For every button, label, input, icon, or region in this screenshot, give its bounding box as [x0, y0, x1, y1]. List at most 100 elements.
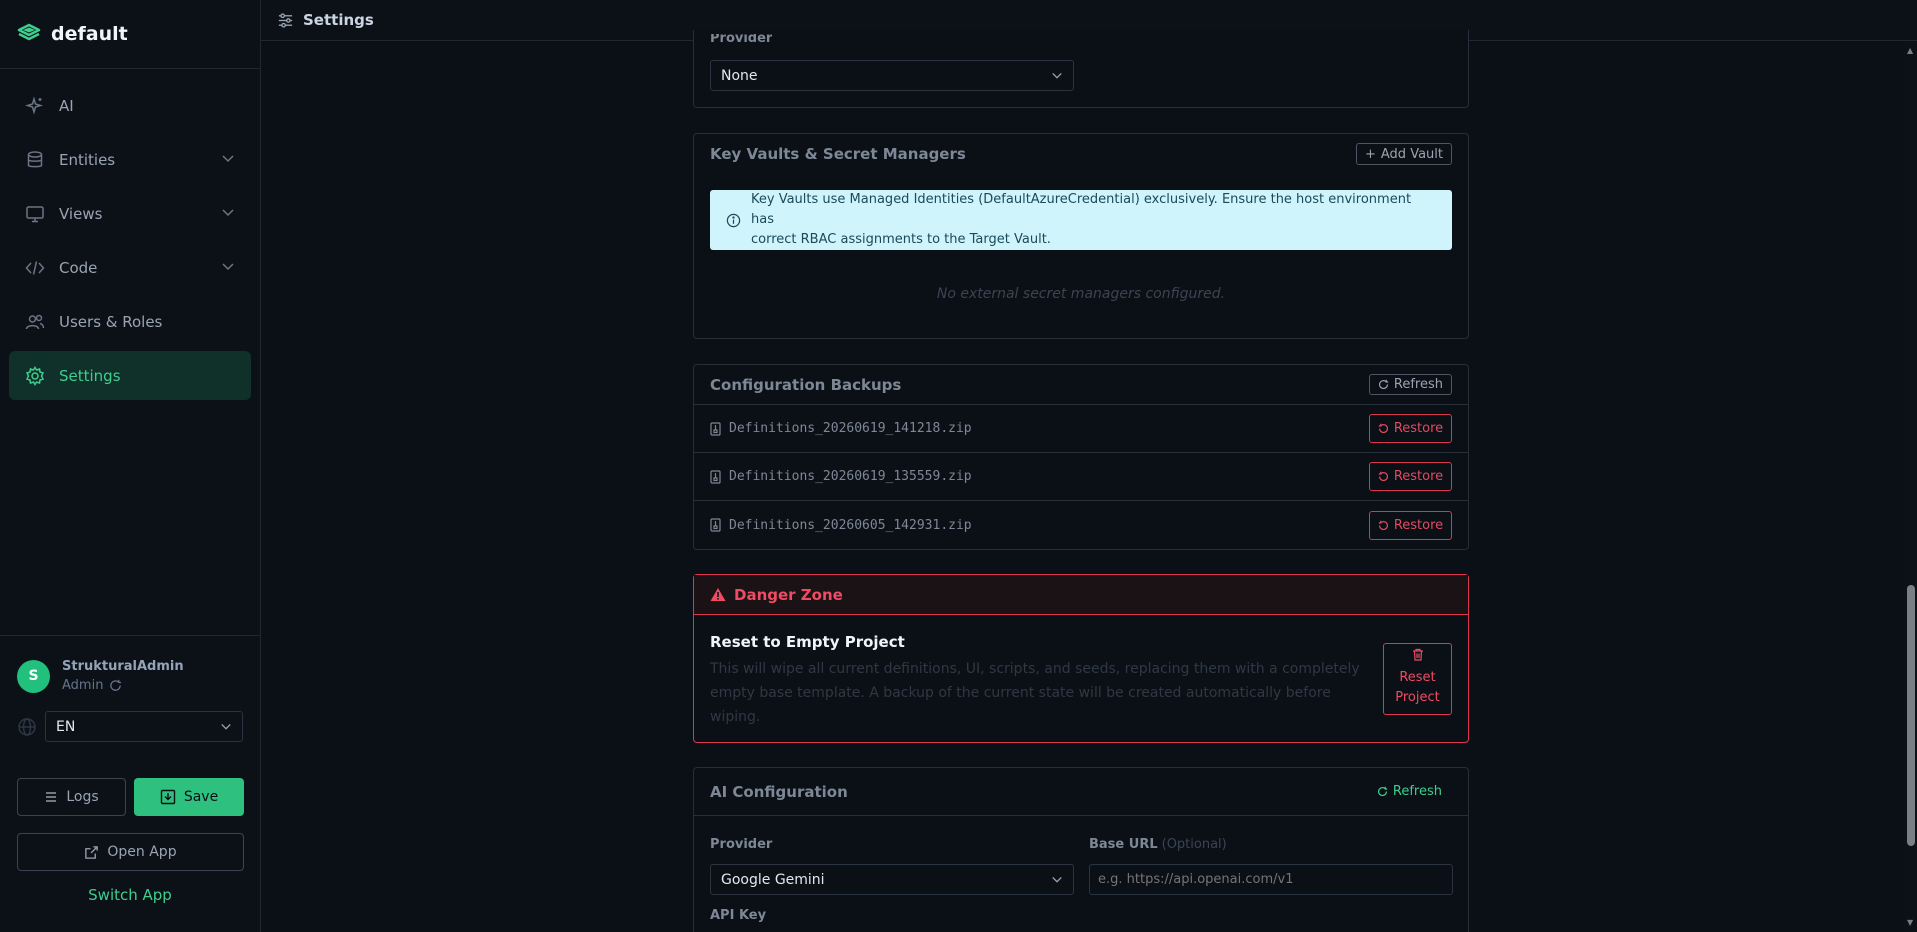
- key-vaults-header: Key Vaults & Secret Managers + Add Vault: [694, 134, 1468, 174]
- backup-filename: Definitions_20260605_142931.zip: [729, 517, 972, 533]
- restore-label: Restore: [1393, 469, 1444, 484]
- language-value: EN: [56, 718, 76, 735]
- refresh-ai-button[interactable]: Refresh: [1377, 784, 1442, 799]
- empty-state-message: No external secret managers configured.: [936, 286, 1226, 302]
- sidebar-item-views[interactable]: Views: [9, 189, 251, 238]
- app-name: default: [51, 23, 128, 45]
- restore-button[interactable]: Restore: [1369, 462, 1452, 491]
- restore-label: Restore: [1393, 517, 1444, 533]
- backup-file: Definitions_20260605_142931.zip: [710, 518, 972, 533]
- provider-label: Provider: [710, 34, 773, 46]
- users-icon: [25, 314, 45, 329]
- backup-file: Definitions_20260619_141218.zip: [710, 421, 972, 436]
- sidebar-item-label: Users & Roles: [59, 312, 163, 331]
- base-url-optional: (Optional): [1161, 837, 1227, 852]
- sidebar-item-label: Settings: [59, 366, 121, 385]
- save-button[interactable]: Save: [134, 778, 244, 816]
- sidebar-item-label: AI: [59, 96, 74, 115]
- page-title: Settings: [303, 11, 374, 29]
- scrollbar[interactable]: ▲ ▼: [1904, 41, 1917, 932]
- ai-provider-label: Provider: [710, 837, 773, 852]
- table-row: Definitions_20260605_142931.zip Restore: [694, 501, 1468, 549]
- backup-filename: Definitions_20260619_141218.zip: [729, 421, 972, 436]
- refresh-icon: [1377, 786, 1388, 797]
- backups-title: Configuration Backups: [710, 375, 902, 394]
- reset-title: Reset to Empty Project: [710, 633, 905, 651]
- ai-config-card: AI Configuration Refresh Provider Google…: [693, 767, 1469, 932]
- ai-config-title: AI Configuration: [710, 782, 848, 801]
- add-vault-label: Add Vault: [1380, 146, 1443, 162]
- chevron-down-icon: [1052, 876, 1062, 883]
- brand[interactable]: default: [0, 0, 260, 69]
- logs-button[interactable]: Logs: [17, 778, 126, 816]
- monitor-icon: [26, 205, 44, 222]
- user-role-label: Admin: [62, 678, 104, 693]
- sidebar-item-entities[interactable]: Entities: [9, 135, 251, 184]
- sidebar-item-ai[interactable]: AI: [9, 81, 251, 130]
- scroll-down-arrow[interactable]: ▼: [1907, 918, 1913, 927]
- sidebar-item-label: Entities: [59, 150, 116, 169]
- globe-icon: [18, 717, 36, 736]
- chevron-down-icon[interactable]: [221, 260, 235, 274]
- restore-button[interactable]: Restore: [1369, 510, 1452, 540]
- chevron-down-icon[interactable]: [221, 152, 235, 166]
- restore-icon: [1378, 520, 1388, 530]
- user-role: Admin: [62, 678, 184, 693]
- ai-config-header: AI Configuration Refresh: [694, 768, 1468, 816]
- switch-app-link[interactable]: Switch App: [0, 886, 260, 904]
- chevron-down-icon[interactable]: [221, 206, 235, 220]
- table-row: Definitions_20260619_135559.zip Restore: [694, 453, 1468, 501]
- provider-select[interactable]: None: [710, 60, 1074, 91]
- sidebar-footer: S StrukturalAdmin Admin EN Logs Save Ope…: [0, 635, 260, 932]
- ai-provider-value: Google Gemini: [721, 871, 825, 888]
- sidebar: default AI Entities Views Code Users & R…: [0, 0, 261, 932]
- refresh-label: Refresh: [1392, 784, 1442, 799]
- restore-button[interactable]: Restore: [1369, 414, 1452, 443]
- info-text-line1: Key Vaults use Managed Identities (Defau…: [751, 192, 1412, 227]
- user-name: StrukturalAdmin: [62, 659, 184, 674]
- provider-card: Provider None: [693, 30, 1469, 108]
- sidebar-item-label: Views: [59, 204, 103, 223]
- scroll-up-arrow[interactable]: ▲: [1907, 46, 1913, 55]
- key-vaults-title: Key Vaults & Secret Managers: [710, 145, 966, 163]
- open-app-button[interactable]: Open App: [17, 833, 244, 871]
- backup-file: Definitions_20260619_135559.zip: [710, 469, 972, 484]
- reset-btn-line1: Reset: [1399, 670, 1436, 685]
- base-url-input[interactable]: [1089, 864, 1453, 895]
- list-icon: [46, 792, 57, 802]
- sidebar-item-users-roles[interactable]: Users & Roles: [9, 297, 251, 346]
- restore-icon: [1378, 471, 1388, 482]
- ai-provider-select[interactable]: Google Gemini: [710, 864, 1074, 895]
- scroll-thumb[interactable]: [1907, 585, 1915, 846]
- download-save-icon: [160, 789, 176, 805]
- save-label: Save: [183, 789, 219, 805]
- sparkles-icon: [25, 95, 44, 115]
- chevron-down-icon: [1052, 72, 1062, 79]
- code-icon: [25, 260, 45, 275]
- restore-icon: [1378, 423, 1388, 434]
- refresh-icon[interactable]: [109, 679, 122, 692]
- sidebar-item-settings[interactable]: Settings: [9, 351, 251, 400]
- reset-description: This will wipe all current definitions, …: [710, 661, 1360, 725]
- reset-btn-line2: Project: [1395, 690, 1440, 705]
- reset-project-button[interactable]: Reset Project: [1383, 643, 1452, 715]
- info-text-line2: correct RBAC assignments to the Target V…: [751, 232, 1051, 247]
- database-icon: [27, 150, 43, 167]
- base-url-label: Base URL: [1089, 837, 1158, 852]
- info-alert: Key Vaults use Managed Identities (Defau…: [710, 190, 1452, 250]
- danger-zone-card: Danger Zone Reset to Empty Project This …: [693, 574, 1469, 743]
- user-profile[interactable]: S StrukturalAdmin Admin: [17, 659, 184, 693]
- sidebar-item-code[interactable]: Code: [9, 243, 251, 292]
- refresh-backups-button[interactable]: Refresh: [1368, 374, 1452, 395]
- restore-label: Restore: [1393, 421, 1444, 436]
- table-row: Definitions_20260619_141218.zip Restore: [694, 405, 1468, 453]
- add-vault-button[interactable]: + Add Vault: [1355, 143, 1452, 165]
- info-icon: [726, 213, 741, 227]
- layers-logo-icon: [17, 23, 41, 41]
- external-link-icon: [85, 845, 99, 859]
- trash-icon: [1412, 648, 1423, 661]
- refresh-icon: [1378, 379, 1389, 390]
- file-zip-icon: [710, 518, 721, 532]
- gear-icon: [25, 365, 45, 386]
- language-select[interactable]: EN: [45, 711, 243, 742]
